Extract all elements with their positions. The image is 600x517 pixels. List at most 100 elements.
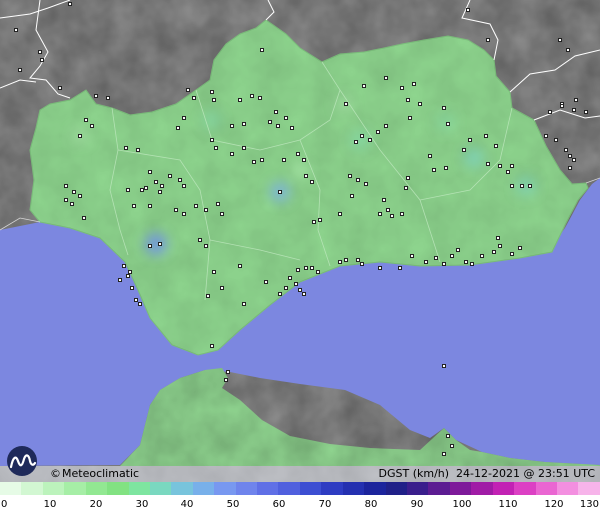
station-icon[interactable] <box>404 186 408 190</box>
station-icon[interactable] <box>520 184 524 188</box>
station-icon[interactable] <box>148 204 152 208</box>
station-icon[interactable] <box>456 248 460 252</box>
station-icon[interactable] <box>122 264 126 268</box>
station-icon[interactable] <box>486 38 490 42</box>
station-icon[interactable] <box>64 184 68 188</box>
station-icon[interactable] <box>128 270 132 274</box>
station-icon[interactable] <box>212 270 216 274</box>
station-icon[interactable] <box>344 102 348 106</box>
station-icon[interactable] <box>528 184 532 188</box>
station-icon[interactable] <box>360 134 364 138</box>
station-icon[interactable] <box>450 444 454 448</box>
station-icon[interactable] <box>362 84 366 88</box>
wind-gust-map[interactable]: ©Meteoclimatic DGST (km/h) 24-12-2021 @ … <box>0 0 600 517</box>
station-icon[interactable] <box>84 118 88 122</box>
station-icon[interactable] <box>518 246 522 250</box>
station-icon[interactable] <box>338 212 342 216</box>
station-icon[interactable] <box>176 126 180 130</box>
station-icon[interactable] <box>90 124 94 128</box>
station-icon[interactable] <box>470 262 474 266</box>
station-icon[interactable] <box>574 98 578 102</box>
station-icon[interactable] <box>560 104 564 108</box>
station-icon[interactable] <box>258 96 262 100</box>
station-icon[interactable] <box>494 144 498 148</box>
station-icon[interactable] <box>130 286 134 290</box>
station-icon[interactable] <box>260 48 264 52</box>
station-icon[interactable] <box>376 130 380 134</box>
station-icon[interactable] <box>226 370 230 374</box>
station-icon[interactable] <box>204 244 208 248</box>
station-icon[interactable] <box>78 194 82 198</box>
station-icon[interactable] <box>154 180 158 184</box>
station-icon[interactable] <box>318 218 322 222</box>
station-icon[interactable] <box>238 98 242 102</box>
station-icon[interactable] <box>132 204 136 208</box>
station-icon[interactable] <box>206 294 210 298</box>
station-icon[interactable] <box>302 292 306 296</box>
station-icon[interactable] <box>168 174 172 178</box>
station-icon[interactable] <box>212 98 216 102</box>
station-icon[interactable] <box>138 302 142 306</box>
station-icon[interactable] <box>584 110 588 114</box>
station-icon[interactable] <box>386 208 390 212</box>
station-icon[interactable] <box>418 102 422 106</box>
station-icon[interactable] <box>378 212 382 216</box>
station-icon[interactable] <box>364 182 368 186</box>
station-icon[interactable] <box>126 188 130 192</box>
station-icon[interactable] <box>506 170 510 174</box>
station-icon[interactable] <box>278 190 282 194</box>
station-icon[interactable] <box>210 90 214 94</box>
station-icon[interactable] <box>296 268 300 272</box>
station-icon[interactable] <box>220 286 224 290</box>
station-icon[interactable] <box>140 188 144 192</box>
station-icon[interactable] <box>242 146 246 150</box>
station-icon[interactable] <box>384 124 388 128</box>
station-icon[interactable] <box>182 184 186 188</box>
station-icon[interactable] <box>288 276 292 280</box>
station-icon[interactable] <box>312 220 316 224</box>
station-icon[interactable] <box>446 434 450 438</box>
station-icon[interactable] <box>398 266 402 270</box>
station-icon[interactable] <box>368 138 372 142</box>
meteoclimatic-logo[interactable] <box>2 445 52 481</box>
station-icon[interactable] <box>216 202 220 206</box>
station-icon[interactable] <box>14 28 18 32</box>
station-icon[interactable] <box>302 158 306 162</box>
station-icon[interactable] <box>210 344 214 348</box>
station-icon[interactable] <box>278 292 282 296</box>
station-icon[interactable] <box>382 198 386 202</box>
station-icon[interactable] <box>64 198 68 202</box>
station-icon[interactable] <box>572 108 576 112</box>
station-icon[interactable] <box>274 110 278 114</box>
station-icon[interactable] <box>268 120 272 124</box>
station-icon[interactable] <box>204 208 208 212</box>
station-icon[interactable] <box>510 184 514 188</box>
station-icon[interactable] <box>70 202 74 206</box>
station-icon[interactable] <box>450 254 454 258</box>
station-icon[interactable] <box>118 278 122 282</box>
station-icon[interactable] <box>468 138 472 142</box>
station-icon[interactable] <box>18 68 22 72</box>
station-icon[interactable] <box>220 212 224 216</box>
station-icon[interactable] <box>160 184 164 188</box>
station-icon[interactable] <box>360 262 364 266</box>
station-icon[interactable] <box>310 266 314 270</box>
station-icon[interactable] <box>432 168 436 172</box>
station-icon[interactable] <box>210 138 214 142</box>
station-icon[interactable] <box>58 86 62 90</box>
station-icon[interactable] <box>348 174 352 178</box>
station-icon[interactable] <box>282 158 286 162</box>
station-icon[interactable] <box>106 96 110 100</box>
station-icon[interactable] <box>310 180 314 184</box>
station-icon[interactable] <box>158 242 162 246</box>
station-icon[interactable] <box>264 280 268 284</box>
station-icon[interactable] <box>78 134 82 138</box>
station-icon[interactable] <box>510 164 514 168</box>
station-icon[interactable] <box>304 266 308 270</box>
station-icon[interactable] <box>214 146 218 150</box>
station-icon[interactable] <box>408 116 412 120</box>
station-icon[interactable] <box>82 216 86 220</box>
station-icon[interactable] <box>344 258 348 262</box>
station-icon[interactable] <box>290 126 294 130</box>
station-icon[interactable] <box>544 134 548 138</box>
